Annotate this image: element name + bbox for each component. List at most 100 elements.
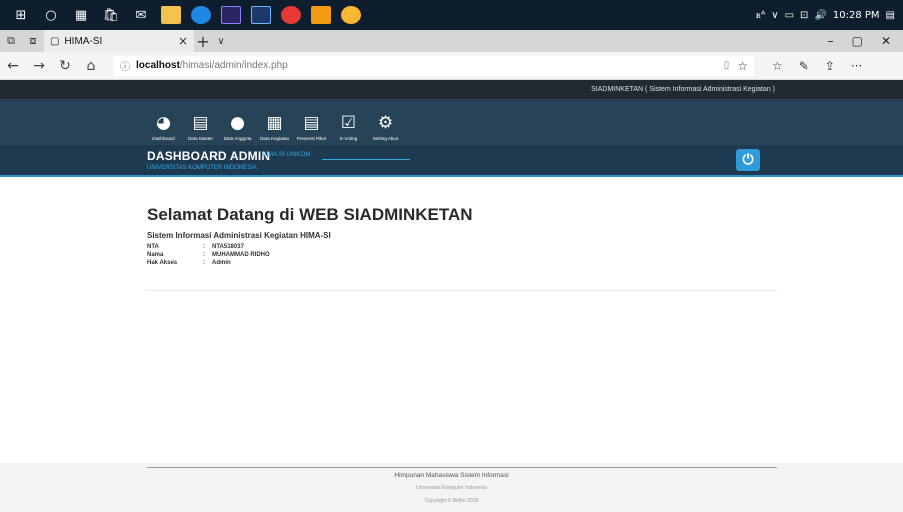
app-yellow-icon[interactable]: [341, 6, 361, 24]
document-icon: ▤: [192, 113, 209, 133]
info-colon: :: [203, 260, 205, 266]
close-tab-icon[interactable]: ×: [178, 34, 188, 48]
maximize-icon[interactable]: ▢: [852, 34, 863, 48]
dashboard-gauge-icon: ◕: [156, 113, 171, 133]
welcome-heading: Selamat Datang di WEB SIADMINKETAN: [147, 205, 473, 224]
mail-icon[interactable]: ✉: [130, 4, 152, 26]
system-tray: ꭱᴬ ∨ ▭ ⊡ 🔊 10:28 PM ▤: [756, 10, 903, 21]
battery-icon[interactable]: ▭: [785, 10, 794, 21]
edge-icon[interactable]: [191, 6, 211, 24]
footer-copyright: Copyright © Ridho 2018: [424, 498, 479, 504]
info-key: Hak Akses: [147, 260, 178, 266]
nav-label: Setting Akun: [372, 136, 399, 141]
browser-tab[interactable]: ▢ HIMA-SI ×: [44, 30, 194, 52]
url-host: localhost: [136, 60, 180, 71]
logout-power-button[interactable]: ⏻: [736, 149, 760, 171]
refresh-icon[interactable]: ↻: [52, 58, 78, 74]
document-list-icon: ▤: [303, 113, 320, 133]
nav-item-data-master[interactable]: ▤ Data Master: [184, 112, 217, 145]
nav-label: Data Anggota: [223, 136, 252, 141]
browser-address-bar: ← → ↻ ⌂ ⓘ localhost /himasi/admin/index.…: [0, 52, 903, 80]
power-icon: ⏻: [742, 152, 754, 168]
nav-label: Data Master: [187, 136, 214, 141]
nav-label: E-Voting: [339, 136, 358, 141]
file-explorer-icon[interactable]: [161, 6, 181, 24]
app-orange-icon[interactable]: [311, 6, 331, 24]
user-icon: ●: [230, 113, 245, 133]
volume-icon[interactable]: 🔊: [814, 10, 826, 21]
store-icon[interactable]: 🛍: [100, 4, 122, 26]
nav-item-e-voting[interactable]: ☑ E-Voting: [332, 112, 365, 145]
forward-arrow-icon[interactable]: →: [26, 58, 52, 74]
back-arrow-icon[interactable]: ←: [0, 58, 26, 74]
site-info-icon[interactable]: ⓘ: [120, 58, 130, 73]
dashboard-subtitle: HIMA-SI UNIKOM: [262, 152, 311, 158]
nav-label: Data Kegiatan: [259, 136, 290, 141]
footer-university: Universitas Komputer Indonesia: [416, 485, 487, 491]
window-controls: – ▢ ✕: [828, 34, 903, 48]
main-content: Selamat Datang di WEB SIADMINKETAN Siste…: [147, 205, 777, 268]
minimize-icon[interactable]: –: [828, 34, 834, 48]
reading-view-icon[interactable]: ▯: [724, 60, 730, 71]
user-info-table: NTA : NTA518037 Nama : MUHAMMAD RIDHO Ha…: [147, 244, 270, 268]
university-name: UNIVERSITAS KOMPUTER INDONESIA: [147, 165, 257, 171]
clock[interactable]: 10:28 PM: [833, 10, 880, 21]
people-icon[interactable]: ꭱᴬ: [756, 10, 765, 21]
info-value: Admin: [212, 260, 231, 266]
tab-page-icon: ▢: [50, 35, 60, 47]
header-underline: [322, 159, 410, 160]
new-tab-icon[interactable]: +: [194, 32, 212, 51]
opera-icon[interactable]: [281, 6, 301, 24]
info-colon: :: [203, 244, 205, 250]
set-aside-tabs-icon[interactable]: ⧉: [0, 30, 22, 52]
photoshop-icon[interactable]: [251, 6, 271, 24]
windows-start-icon[interactable]: ⊞: [10, 4, 32, 26]
info-key: Nama: [147, 252, 164, 258]
tray-chevron-icon[interactable]: ∨: [771, 10, 778, 21]
content-divider: [147, 290, 777, 291]
info-row: NTA : NTA518037: [147, 244, 270, 252]
app-system-title: SIADMINKETAN ( Sistem Informasi Administ…: [591, 86, 775, 93]
url-path: /himasi/admin/index.php: [179, 60, 288, 71]
info-row: Hak Akses : Admin: [147, 260, 270, 268]
windows-taskbar: ⊞ ○ ▦ 🛍 ✉ ꭱᴬ ∨ ▭ ⊡ 🔊 10:28 PM ▤: [0, 0, 903, 30]
nav-label: Dashboard: [152, 136, 175, 141]
premiere-icon[interactable]: [221, 6, 241, 24]
info-colon: :: [203, 252, 205, 258]
gears-icon: ⚙: [377, 113, 394, 133]
browser-toolbar: ☆ ✎ ⇪ ···: [772, 59, 862, 73]
page-footer: Himpunan Mahasiswa Sistem Informasi Univ…: [0, 463, 903, 512]
close-window-icon[interactable]: ✕: [881, 34, 891, 48]
info-value: NTA518037: [212, 244, 244, 250]
url-input[interactable]: ⓘ localhost /himasi/admin/index.php ▯ ☆: [114, 55, 754, 76]
network-icon[interactable]: ⊡: [800, 10, 808, 21]
dashboard-title: DASHBOARD ADMIN: [147, 149, 271, 163]
app-top-bar: SIADMINKETAN ( Sistem Informasi Administ…: [0, 80, 903, 99]
show-tabs-icon[interactable]: ⧈: [22, 30, 44, 52]
nav-item-data-anggota[interactable]: ● Data Anggota: [221, 112, 254, 145]
nav-label: Presensi Piket: [296, 136, 327, 141]
web-note-icon[interactable]: ✎: [799, 59, 809, 73]
info-value: MUHAMMAD RIDHO: [212, 252, 270, 258]
more-icon[interactable]: ···: [851, 59, 862, 73]
tab-preview-chevron-icon[interactable]: ∨: [212, 36, 230, 47]
nav-item-presensi-piket[interactable]: ▤ Presensi Piket: [295, 112, 328, 145]
share-icon[interactable]: ⇪: [825, 59, 835, 73]
nav-item-dashboard[interactable]: ◕ Dashboard: [147, 112, 180, 145]
cortana-circle-icon[interactable]: ○: [40, 4, 62, 26]
favorites-hub-icon[interactable]: ☆: [772, 59, 783, 73]
footer-org-name: Himpunan Mahasiswa Sistem Informasi: [394, 472, 509, 479]
taskbar-left: ⊞ ○ ▦ 🛍 ✉: [0, 4, 366, 26]
task-view-icon[interactable]: ▦: [70, 4, 92, 26]
notification-icon[interactable]: ▤: [886, 10, 895, 21]
home-icon[interactable]: ⌂: [78, 58, 104, 74]
main-nav: ◕ Dashboard ▤ Data Master ● Data Anggota…: [0, 99, 903, 145]
checkbox-icon: ☑: [340, 113, 357, 133]
nav-item-data-kegiatan[interactable]: ▦ Data Kegiatan: [258, 112, 291, 145]
favorite-star-icon[interactable]: ☆: [737, 59, 748, 73]
footer-divider: [147, 467, 777, 468]
info-row: Nama : MUHAMMAD RIDHO: [147, 252, 270, 260]
dashboard-header: DASHBOARD ADMIN HIMA-SI UNIKOM UNIVERSIT…: [0, 145, 903, 177]
system-subtitle: Sistem Informasi Administrasi Kegiatan H…: [147, 231, 331, 240]
nav-item-setting-akun[interactable]: ⚙ Setting Akun: [369, 112, 402, 145]
